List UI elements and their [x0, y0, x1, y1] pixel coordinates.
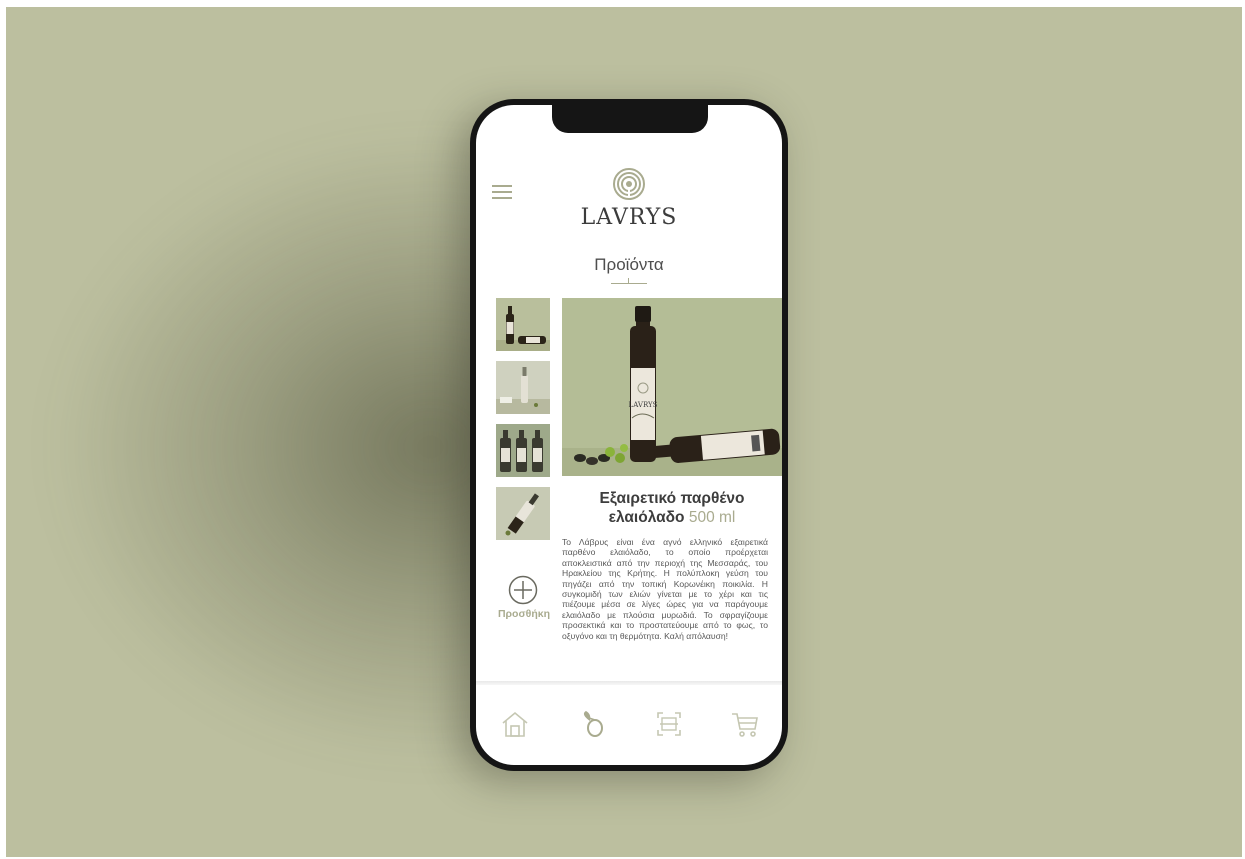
cart-icon[interactable] [730, 709, 760, 739]
scan-icon[interactable] [654, 709, 684, 739]
hamburger-icon[interactable] [492, 185, 512, 201]
thumbnail-three-bottles[interactable] [496, 424, 550, 477]
home-icon[interactable] [500, 709, 530, 739]
product-hero-image: LAVRYS [562, 298, 782, 476]
add-label[interactable]: Προσθήκη [484, 608, 564, 620]
thumbnail-bottle-tilted[interactable] [496, 487, 550, 540]
product-description: Το Λάβρυς είναι ένα αγνό ελληνικό εξαιρε… [562, 537, 768, 641]
product-title-line1: Εξαιρετικό παρθένο [599, 490, 745, 507]
product-volume: 500 ml [688, 509, 736, 526]
backdrop: LAVRYS Προϊόντα Προσθήκη LAVRYS Εξαιρετι… [6, 7, 1242, 857]
title-underline [611, 283, 647, 284]
bottom-nav-divider [476, 681, 782, 685]
thumbnail-bottle-table[interactable] [496, 361, 550, 414]
title-underline-tick [628, 278, 629, 284]
phone-frame: LAVRYS Προϊόντα Προσθήκη LAVRYS Εξαιρετι… [470, 99, 788, 771]
page-title: Προϊόντα [594, 255, 664, 274]
product-title: Εξαιρετικό παρθένο ελαιόλαδο 500 ml [562, 489, 782, 527]
olive-icon[interactable] [578, 709, 608, 739]
logo-text: LAVRYS [580, 205, 678, 230]
tree-rings-logo-icon [613, 168, 645, 200]
bottle-label: LAVRYS [629, 401, 658, 409]
product-title-line2: ελαιόλαδο [608, 509, 685, 526]
phone-notch [552, 105, 708, 133]
app-screen: LAVRYS Προϊόντα Προσθήκη LAVRYS Εξαιρετι… [476, 105, 782, 765]
plus-circle-icon[interactable] [508, 575, 538, 605]
thumbnail-bottles-standing-lying[interactable] [496, 298, 550, 351]
